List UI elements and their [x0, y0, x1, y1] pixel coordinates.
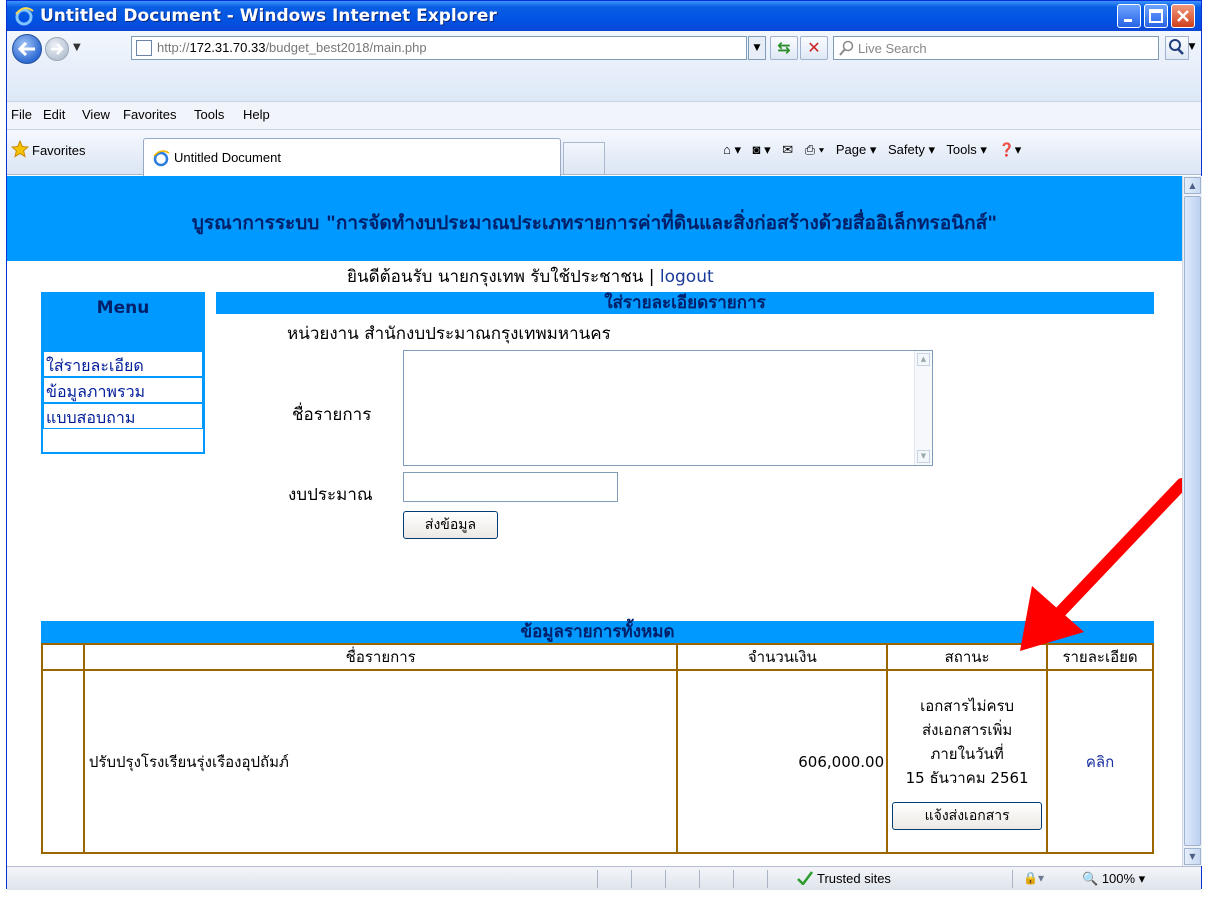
tools-menu[interactable]: Tools ▾: [946, 142, 987, 157]
browser-window: Untitled Document - Windows Internet Exp…: [6, 0, 1202, 890]
menu-tools[interactable]: Tools: [194, 107, 224, 122]
side-menu: Menu ใส่รายละเอียด ข้อมูลภาพรวม แบบสอบถา…: [41, 292, 205, 454]
page-scrollbar[interactable]: ▲ ▼: [1182, 176, 1202, 866]
refresh-button[interactable]: ⇆: [770, 36, 798, 60]
title-bar: Untitled Document - Windows Internet Exp…: [7, 1, 1201, 31]
page-icon: [136, 40, 152, 56]
mail-icon[interactable]: ✉: [782, 142, 793, 157]
maximize-button[interactable]: [1144, 4, 1168, 28]
status-line: ภายในวันที่: [930, 744, 1004, 763]
home-icon[interactable]: ⌂ ▾: [723, 142, 741, 157]
ie-page-icon: [153, 150, 170, 167]
table-header-row: ชื่อรายการ จำนวนเงิน สถานะ รายละเอียด: [41, 643, 1154, 671]
item-name-label: ชื่อรายการ: [292, 405, 372, 425]
forward-arrow-icon: [51, 43, 64, 55]
row-detail-link[interactable]: คลิก: [1046, 669, 1154, 854]
welcome-text: ยินดีต้อนรับ นายกรุงเทพ รับใช้ประชาชน |: [347, 267, 660, 287]
list-title: ข้อมูลรายการทั้งหมด: [41, 621, 1154, 643]
menu-bar: File Edit View Favorites Tools Help: [7, 101, 1201, 129]
favorites-button[interactable]: Favorites: [10, 139, 85, 158]
search-dropdown-icon[interactable]: ▼: [1185, 36, 1199, 60]
status-line: 15 ธันวาคม 2561: [905, 768, 1029, 787]
form-title: ใส่รายละเอียดรายการ: [216, 292, 1154, 314]
budget-label: งบประมาณ: [288, 485, 373, 505]
back-button[interactable]: [12, 34, 42, 64]
history-dropdown-icon[interactable]: ▼: [73, 42, 81, 53]
status-line: เอกสารไม่ครบ: [920, 696, 1015, 715]
items-table: ชื่อรายการ จำนวนเงิน สถานะ รายละเอียด ปร…: [41, 643, 1154, 854]
status-line: ส่งเอกสารเพิ่ม: [922, 720, 1013, 739]
col-name: ชื่อรายการ: [82, 643, 679, 671]
print-icon[interactable]: ⎙ ▾: [805, 142, 824, 157]
security-zone[interactable]: Trusted sites: [797, 871, 891, 886]
table-row: ปรับปรุงโรงเรียนรุ่งเรืองอุปถัมภ์ 606,00…: [41, 669, 1154, 854]
menu-file[interactable]: File: [11, 107, 32, 122]
department-label: หน่วยงาน สำนักงบประมาณกรุงเทพมหานคร: [287, 324, 611, 344]
close-button[interactable]: [1171, 4, 1195, 28]
menu-item-details[interactable]: ใส่รายละเอียด: [43, 351, 203, 377]
safety-menu[interactable]: Safety ▾: [888, 142, 935, 157]
row-name: ปรับปรุงโรงเรียนรุ่งเรืองอุปถัมภ์: [82, 669, 679, 854]
status-bar: Trusted sites 🔒▾ 🔍 100% ▾: [7, 866, 1201, 890]
star-icon: [10, 139, 30, 158]
scroll-down-icon[interactable]: ▼: [1184, 848, 1201, 865]
address-url: http://172.31.70.33/budget_best2018/main…: [157, 40, 427, 55]
address-toolbar: ▼ http://172.31.70.33/budget_best2018/ma…: [7, 31, 1201, 101]
search-input[interactable]: Live Search: [833, 36, 1159, 60]
banner-title: บูรณาการระบบ "การจัดทำงบประมาณประเภทรายก…: [191, 212, 998, 234]
favorites-bar: Favorites Untitled Document ⌂ ▾ ◙ ▾ ✉ ⎙ …: [7, 129, 1201, 176]
address-dropdown-icon[interactable]: ▼: [748, 36, 766, 60]
scroll-thumb[interactable]: [1184, 196, 1201, 846]
logout-link[interactable]: logout: [660, 267, 714, 287]
help-icon[interactable]: ❓▾: [999, 142, 1022, 157]
col-index: [41, 643, 85, 671]
menu-help[interactable]: Help: [243, 107, 270, 122]
feeds-icon[interactable]: ◙ ▾: [753, 142, 771, 157]
menu-favorites[interactable]: Favorites: [123, 107, 176, 122]
scroll-down-icon[interactable]: ▼: [917, 450, 930, 463]
menu-item-survey[interactable]: แบบสอบถาม: [43, 403, 203, 429]
stop-button[interactable]: ✕: [800, 36, 828, 60]
page-banner: บูรณาการระบบ "การจัดทำงบประมาณประเภทรายก…: [7, 176, 1182, 261]
page-menu[interactable]: Page ▾: [836, 142, 877, 157]
magnifier-icon: [1169, 39, 1184, 55]
protected-mode-icon[interactable]: 🔒▾: [1023, 871, 1044, 885]
checkmark-icon: [797, 871, 813, 886]
scroll-up-icon[interactable]: ▲: [1184, 177, 1201, 194]
back-arrow-icon: [18, 42, 35, 56]
command-bar: ⌂ ▾ ◙ ▾ ✉ ⎙ ▾ Page ▾ Safety ▾ Tools ▾ ❓▾: [723, 142, 1029, 158]
budget-input[interactable]: [403, 472, 618, 502]
menu-edit[interactable]: Edit: [43, 107, 65, 122]
notify-documents-button[interactable]: แจ้งส่งเอกสาร: [892, 801, 1043, 830]
row-amount: 606,000.00: [676, 669, 889, 854]
textarea-scrollbar[interactable]: ▲ ▼: [914, 351, 932, 465]
page-content: บูรณาการระบบ "การจัดทำงบประมาณประเภทรายก…: [7, 176, 1182, 866]
search-icon: [839, 40, 854, 56]
zoom-level[interactable]: 🔍 100% ▾: [1082, 871, 1145, 887]
address-field[interactable]: http://172.31.70.33/budget_best2018/main…: [131, 36, 747, 60]
menu-title: Menu: [43, 294, 203, 351]
welcome-line: ยินดีต้อนรับ นายกรุงเทพ รับใช้ประชาชน | …: [347, 263, 714, 290]
scroll-up-icon[interactable]: ▲: [917, 353, 930, 366]
row-status: เอกสารไม่ครบ ส่งเอกสารเพิ่ม ภายในวันที่ …: [886, 669, 1049, 854]
col-amount: จำนวนเงิน: [676, 643, 889, 671]
window-title: Untitled Document - Windows Internet Exp…: [40, 6, 497, 26]
tab-untitled-document[interactable]: Untitled Document: [143, 138, 561, 176]
ie-logo-icon: [15, 7, 34, 26]
submit-button[interactable]: ส่งข้อมูล: [403, 511, 498, 539]
item-name-textarea[interactable]: ▲ ▼: [403, 350, 933, 466]
tab-title: Untitled Document: [174, 150, 281, 165]
search-placeholder: Live Search: [858, 41, 927, 56]
menu-view[interactable]: View: [82, 107, 110, 122]
menu-item-overview[interactable]: ข้อมูลภาพรวม: [43, 377, 203, 403]
minimize-button[interactable]: [1117, 4, 1141, 28]
forward-button[interactable]: [45, 37, 69, 61]
row-index: [41, 669, 85, 854]
new-tab-button[interactable]: [563, 142, 605, 174]
red-arrow-annotation: [1020, 478, 1182, 651]
